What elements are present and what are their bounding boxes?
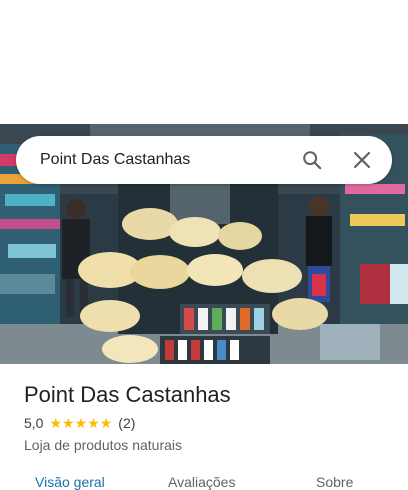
- rating-value: 5,0: [24, 415, 44, 431]
- star-icon: ★: [87, 415, 100, 431]
- close-icon-glyph: [353, 151, 371, 169]
- star-icon: ★: [99, 415, 113, 431]
- search-icon-glyph: [303, 151, 322, 170]
- search-bar[interactable]: Point Das Castanhas: [16, 136, 392, 184]
- place-title: Point Das Castanhas: [24, 382, 231, 407]
- star-icon: ★: [49, 415, 63, 431]
- place-tabs: Visão geral Avaliações Sobre: [0, 474, 408, 490]
- star-icon: ★: [62, 415, 75, 431]
- review-count[interactable]: (2): [118, 415, 135, 431]
- close-icon[interactable]: [346, 144, 378, 176]
- place-category: Loja de produtos naturais: [24, 437, 182, 453]
- search-icon[interactable]: [296, 144, 328, 176]
- rating-row[interactable]: 5,0 ★ ★ ★ ★ ★ (2): [24, 415, 135, 431]
- star-rating: ★ ★ ★ ★ ★: [49, 416, 112, 430]
- top-blank-area: [0, 0, 408, 124]
- search-input[interactable]: Point Das Castanhas: [40, 151, 278, 169]
- star-icon: ★: [74, 415, 88, 431]
